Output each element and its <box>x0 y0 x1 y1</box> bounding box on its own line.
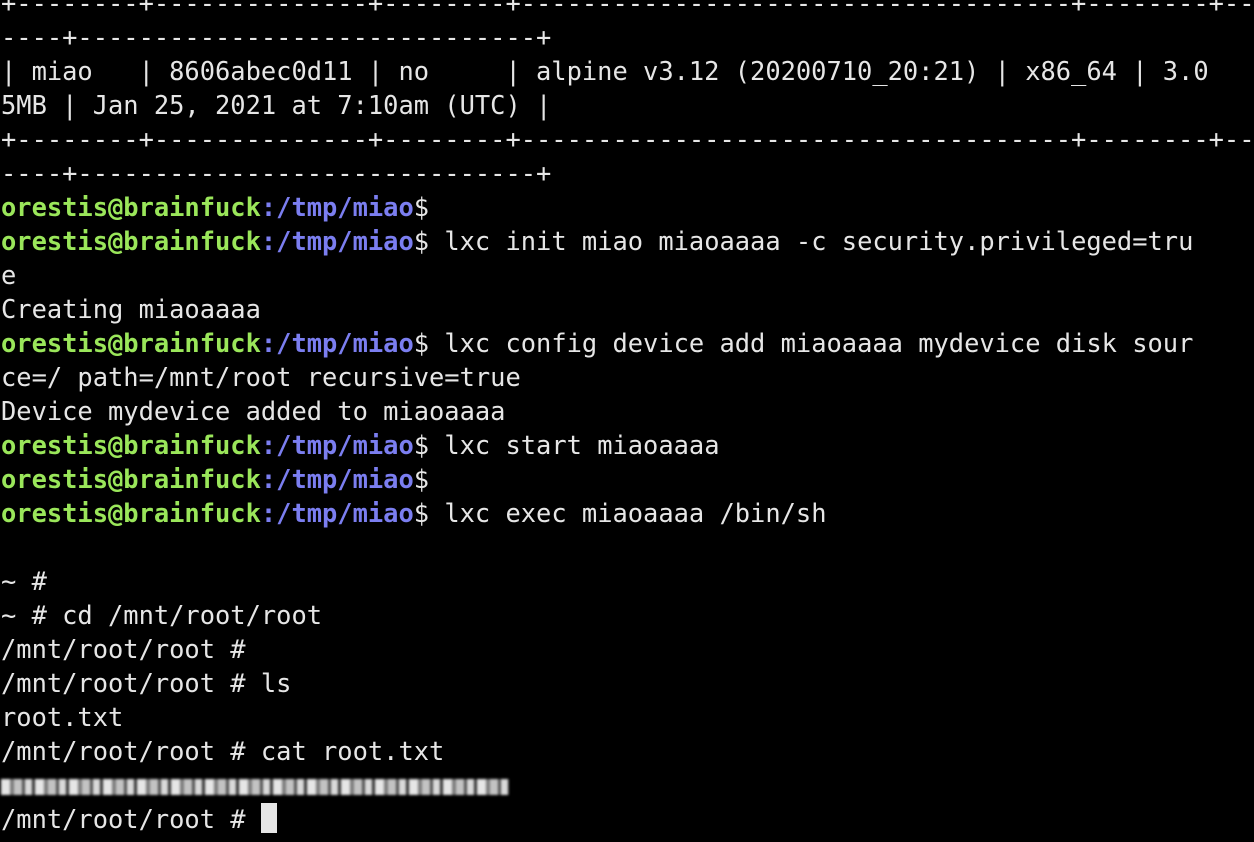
prompt-line: orestis@brainfuck:/tmp/miao$ lxc init mi… <box>1 224 1254 258</box>
prompt-line: orestis@brainfuck:/tmp/miao$ lxc config … <box>1 326 1254 360</box>
table-row-1: | miao | 8606abec0d11 | no | alpine v3.1… <box>1 56 1209 86</box>
shell-output: root.txt <box>1 702 124 732</box>
command-wrap: ce=/ path=/mnt/root recursive=true <box>1 362 521 392</box>
command-text: lxc config device add miaoaaaa mydevice … <box>429 328 1194 358</box>
prompt-line: orestis@brainfuck:/tmp/miao$ <box>1 190 1254 224</box>
command-text: lxc init miao miaoaaaa -c security.privi… <box>429 226 1194 256</box>
redacted-flag <box>1 779 509 795</box>
prompt-path: :/tmp/miao <box>260 226 414 256</box>
prompt-user-host: orestis@brainfuck <box>1 498 261 528</box>
text-cursor <box>260 803 277 833</box>
table-border-bottom-2: ----+------------------------------+ <box>1 158 552 188</box>
table-border-bottom-1: +--------+--------------+--------+------… <box>1 124 1254 154</box>
shell-line: ~ # cd /mnt/root/root <box>1 600 323 630</box>
prompt-path: :/tmp/miao <box>260 328 414 358</box>
table-border-top-1: +--------+--------------+--------+------… <box>1 0 1254 18</box>
table-border-top-2: ----+------------------------------+ <box>1 22 552 52</box>
terminal-window[interactable]: +--------+--------------+--------+------… <box>0 0 1254 842</box>
prompt-symbol: $ <box>413 192 430 222</box>
shell-input-line[interactable]: /mnt/root/root # <box>1 802 1254 836</box>
prompt-symbol: $ <box>413 430 430 460</box>
prompt-line: orestis@brainfuck:/tmp/miao$ lxc exec mi… <box>1 496 1254 530</box>
prompt-symbol: $ <box>413 464 430 494</box>
prompt-line: orestis@brainfuck:/tmp/miao$ <box>1 462 1254 496</box>
shell-line: /mnt/root/root # <box>1 634 246 664</box>
shell-line: /mnt/root/root # ls <box>1 668 292 698</box>
prompt-user-host: orestis@brainfuck <box>1 192 261 222</box>
prompt-user-host: orestis@brainfuck <box>1 464 261 494</box>
prompt-path: :/tmp/miao <box>260 498 414 528</box>
shell-prompt: /mnt/root/root # <box>1 804 261 834</box>
output-line: Device mydevice added to miaoaaaa <box>1 396 506 426</box>
prompt-line: orestis@brainfuck:/tmp/miao$ lxc start m… <box>1 428 1254 462</box>
prompt-user-host: orestis@brainfuck <box>1 430 261 460</box>
shell-line: /mnt/root/root # cat root.txt <box>1 736 445 766</box>
table-row-2: 5MB | Jan 25, 2021 at 7:10am (UTC) | <box>1 90 552 120</box>
command-text: lxc exec miaoaaaa /bin/sh <box>429 498 827 528</box>
prompt-user-host: orestis@brainfuck <box>1 328 261 358</box>
redacted-output <box>1 768 1254 802</box>
prompt-path: :/tmp/miao <box>260 464 414 494</box>
prompt-path: :/tmp/miao <box>260 192 414 222</box>
prompt-symbol: $ <box>413 328 430 358</box>
prompt-symbol: $ <box>413 498 430 528</box>
command-wrap: e <box>1 260 17 290</box>
prompt-user-host: orestis@brainfuck <box>1 226 261 256</box>
shell-line: ~ # <box>1 566 47 596</box>
prompt-path: :/tmp/miao <box>260 430 414 460</box>
output-line: Creating miaoaaaa <box>1 294 261 324</box>
command-text: lxc start miaoaaaa <box>429 430 720 460</box>
prompt-symbol: $ <box>413 226 430 256</box>
